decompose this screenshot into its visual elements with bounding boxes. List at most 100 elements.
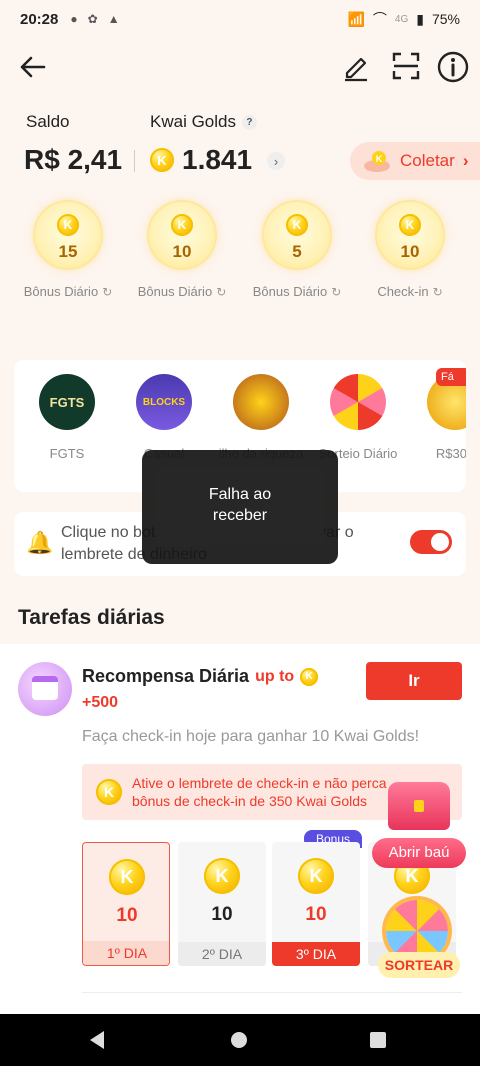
- divider: [82, 992, 462, 993]
- balance-label: Saldo: [26, 112, 70, 131]
- status-right: 📶 ⌒ 4G ▮ 75%: [347, 9, 460, 29]
- tasks-title: Tarefas diárias: [18, 606, 165, 629]
- bonus-amount: 15: [58, 242, 78, 261]
- fgts-icon: FGTS: [39, 374, 95, 430]
- kwai-coin-icon: K: [57, 214, 79, 236]
- back-arrow-icon[interactable]: [16, 50, 50, 84]
- bell-icon: 🔔: [26, 530, 54, 555]
- bonus-item[interactable]: K 5 Bônus Diário ↻: [241, 200, 353, 299]
- day-value: 10: [211, 904, 233, 925]
- day-label: 3º DIA: [272, 942, 360, 966]
- day-value: 10: [116, 905, 138, 926]
- nav-home-icon[interactable]: [231, 1032, 247, 1048]
- gold-value-row[interactable]: K 1.841: [150, 144, 252, 176]
- game-label: FGTS: [49, 446, 85, 461]
- task-upto: up to: [255, 667, 295, 685]
- game-label: R$300: [435, 446, 466, 461]
- bonus-label-row: Bônus Diário ↻: [12, 284, 124, 299]
- spin-button[interactable]: SORTEAR: [378, 952, 460, 978]
- signal-icon: 📶: [347, 10, 365, 27]
- bonus-label-row: Bônus Diário ↻: [241, 284, 353, 299]
- data-icon: ▲: [107, 12, 120, 26]
- divider: [134, 150, 135, 172]
- edit-icon[interactable]: [340, 50, 372, 82]
- calendar-icon: [32, 676, 58, 700]
- checkin-alert-text: Ative o lembrete de check-in e não perca…: [132, 775, 387, 809]
- bonus-amount: 10: [400, 242, 420, 261]
- checkin-day[interactable]: K 10 3º DIA: [272, 842, 360, 966]
- gold-value: 1.841: [182, 144, 253, 175]
- day-label: 2º DIA: [178, 942, 266, 966]
- battery-level: 75%: [431, 11, 460, 27]
- battery-icon: ▮: [416, 10, 424, 27]
- kwai-coin-icon: K: [300, 667, 319, 686]
- task-description: Faça check-in hoje para ganhar 10 Kwai G…: [82, 728, 420, 745]
- bonus-label-row: Bônus Diário ↻: [126, 284, 238, 299]
- status-bar: 20:28 ● ✿ ▲ 📶 ⌒ 4G ▮ 75%: [0, 0, 480, 38]
- day-label: 1º DIA: [83, 941, 169, 965]
- balance-value: R$ 2,41: [24, 144, 123, 175]
- bonus-item[interactable]: K 10 Bônus Diário ↻: [126, 200, 238, 299]
- bonus-item[interactable]: K 15 Bônus Diário ↻: [12, 200, 124, 299]
- bonus-item[interactable]: K 10 Check-in ↻: [354, 200, 466, 299]
- refresh-icon: ↻: [102, 284, 113, 299]
- game-item-casual[interactable]: BLOCKS Casual: [119, 374, 209, 461]
- system-nav-bar: [0, 1014, 480, 1066]
- kwai-coin-icon: K: [109, 859, 145, 895]
- chat-icon: ●: [70, 12, 78, 26]
- kwai-coin-icon: K: [96, 779, 122, 805]
- toast-line-1: Falha ao: [208, 486, 272, 503]
- gold-label: Kwai Golds: [150, 112, 236, 131]
- kwai-coin-icon: K: [171, 214, 193, 236]
- game-tag: Fá: [436, 368, 466, 386]
- task-title: Recompensa Diária: [82, 666, 250, 686]
- game-item-raffle[interactable]: Sorteio Diário: [313, 374, 403, 461]
- reminder-toggle[interactable]: [410, 530, 452, 554]
- network-label: 4G: [394, 13, 409, 25]
- collect-label: Coletar: [400, 151, 455, 170]
- svg-text:K: K: [376, 154, 383, 164]
- open-chest-widget[interactable]: Abrir baú: [372, 782, 468, 872]
- checkin-day[interactable]: K 10 2º DIA: [178, 842, 266, 966]
- help-icon[interactable]: ?: [241, 114, 257, 130]
- bonus-label: Bônus Diário: [23, 284, 99, 299]
- nav-recent-icon[interactable]: [370, 1032, 386, 1048]
- error-toast: Falha ao receber: [142, 450, 338, 564]
- bonus-label: Check-in: [377, 284, 429, 299]
- chevron-right-icon[interactable]: ›: [267, 152, 285, 170]
- go-button[interactable]: Ir: [366, 662, 462, 700]
- status-time: 20:28: [20, 10, 59, 28]
- scan-icon[interactable]: [390, 50, 422, 82]
- nav-back-icon[interactable]: [90, 1031, 104, 1049]
- treasure-chest-icon: [388, 782, 450, 830]
- kwai-coin-icon: K: [298, 858, 334, 894]
- open-chest-button[interactable]: Abrir baú: [372, 838, 466, 868]
- bonus-bubble[interactable]: K 10: [375, 200, 445, 270]
- game-item-fgts[interactable]: FGTS FGTS: [22, 374, 112, 461]
- toast-line-2: receber: [212, 507, 268, 524]
- collect-button[interactable]: K Coletar ›: [350, 142, 480, 180]
- kwai-coin-icon: K: [399, 214, 421, 236]
- treasure-chest-icon: [233, 374, 289, 430]
- info-icon[interactable]: [436, 50, 470, 84]
- coin-bag-icon: K: [364, 151, 390, 172]
- checkin-day[interactable]: K 10 1º DIA: [82, 842, 170, 966]
- game-item-money[interactable]: R$300: [410, 374, 466, 461]
- refresh-icon: ↻: [331, 284, 342, 299]
- game-item-treasure[interactable]: ilho da riqueza: [216, 374, 306, 461]
- day-value: 10: [305, 904, 327, 925]
- bonus-bubble[interactable]: K 5: [262, 200, 332, 270]
- bonus-bubble[interactable]: K 10: [147, 200, 217, 270]
- refresh-icon: ↻: [432, 284, 443, 299]
- top-bar: [0, 44, 480, 90]
- wifi-icon: ⌒: [372, 11, 387, 27]
- calendar-check-icon: [18, 662, 72, 716]
- bonus-label: Bônus Diário: [252, 284, 328, 299]
- bonus-label: Bônus Diário: [137, 284, 213, 299]
- lucky-wheel-widget[interactable]: SORTEAR: [376, 898, 464, 980]
- chevron-right-icon: ›: [462, 151, 469, 170]
- bonus-bubble[interactable]: K 15: [33, 200, 103, 270]
- refresh-icon: ↻: [216, 284, 227, 299]
- app-icon: ✿: [87, 12, 98, 26]
- bonus-row: K 15 Bônus Diário ↻ K 10 Bônus Diário ↻ …: [0, 200, 480, 310]
